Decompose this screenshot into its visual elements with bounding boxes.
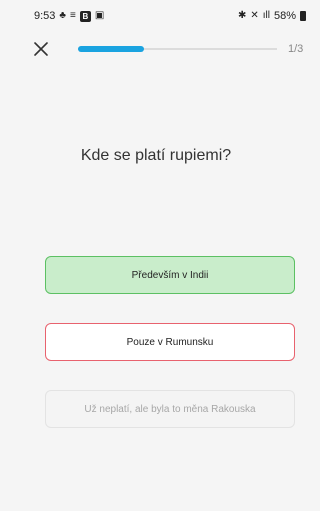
battery-percentage: 58% [273,10,296,22]
answer-option-3[interactable]: Už neplatí, ale byla to měna Rakouska [45,390,295,428]
close-icon [34,42,48,56]
answer-option-2[interactable]: Pouze v Rumunsku [45,323,295,361]
progress-counter: 1/3 [288,43,304,55]
b-app-icon: B [79,10,91,22]
progress-bar [78,46,277,52]
question-text: Kde se platí rupiemi? [80,147,232,164]
signal-icon: ıll [262,10,270,21]
status-bar: 9:53 ♣ ≡ B ▣ ✱ ✕ ıll 58% [0,0,312,34]
progress-bar-fill [78,46,144,52]
bluetooth-icon: ✱ [237,10,247,21]
answer-option-1[interactable]: Především v Indii [45,256,295,294]
battery-icon [300,11,306,21]
close-button[interactable] [30,38,52,60]
answer-option-label: Pouze v Rumunsku [126,336,214,348]
mute-icon: ✕ [250,10,259,21]
alarm-icon: ♣ [59,10,66,21]
answer-option-label: Už neplatí, ale byla to měna Rakouska [84,403,256,415]
quiz-top-bar: 1/3 [0,36,312,66]
answer-option-label: Především v Indii [131,269,209,281]
status-bar-right: ✱ ✕ ıll 58% [238,10,306,22]
menu-lines-icon: ≡ [69,10,76,21]
image-icon: ▣ [94,10,105,21]
status-time: 9:53 [34,10,56,22]
status-bar-left: 9:53 ♣ ≡ B ▣ [34,10,104,22]
